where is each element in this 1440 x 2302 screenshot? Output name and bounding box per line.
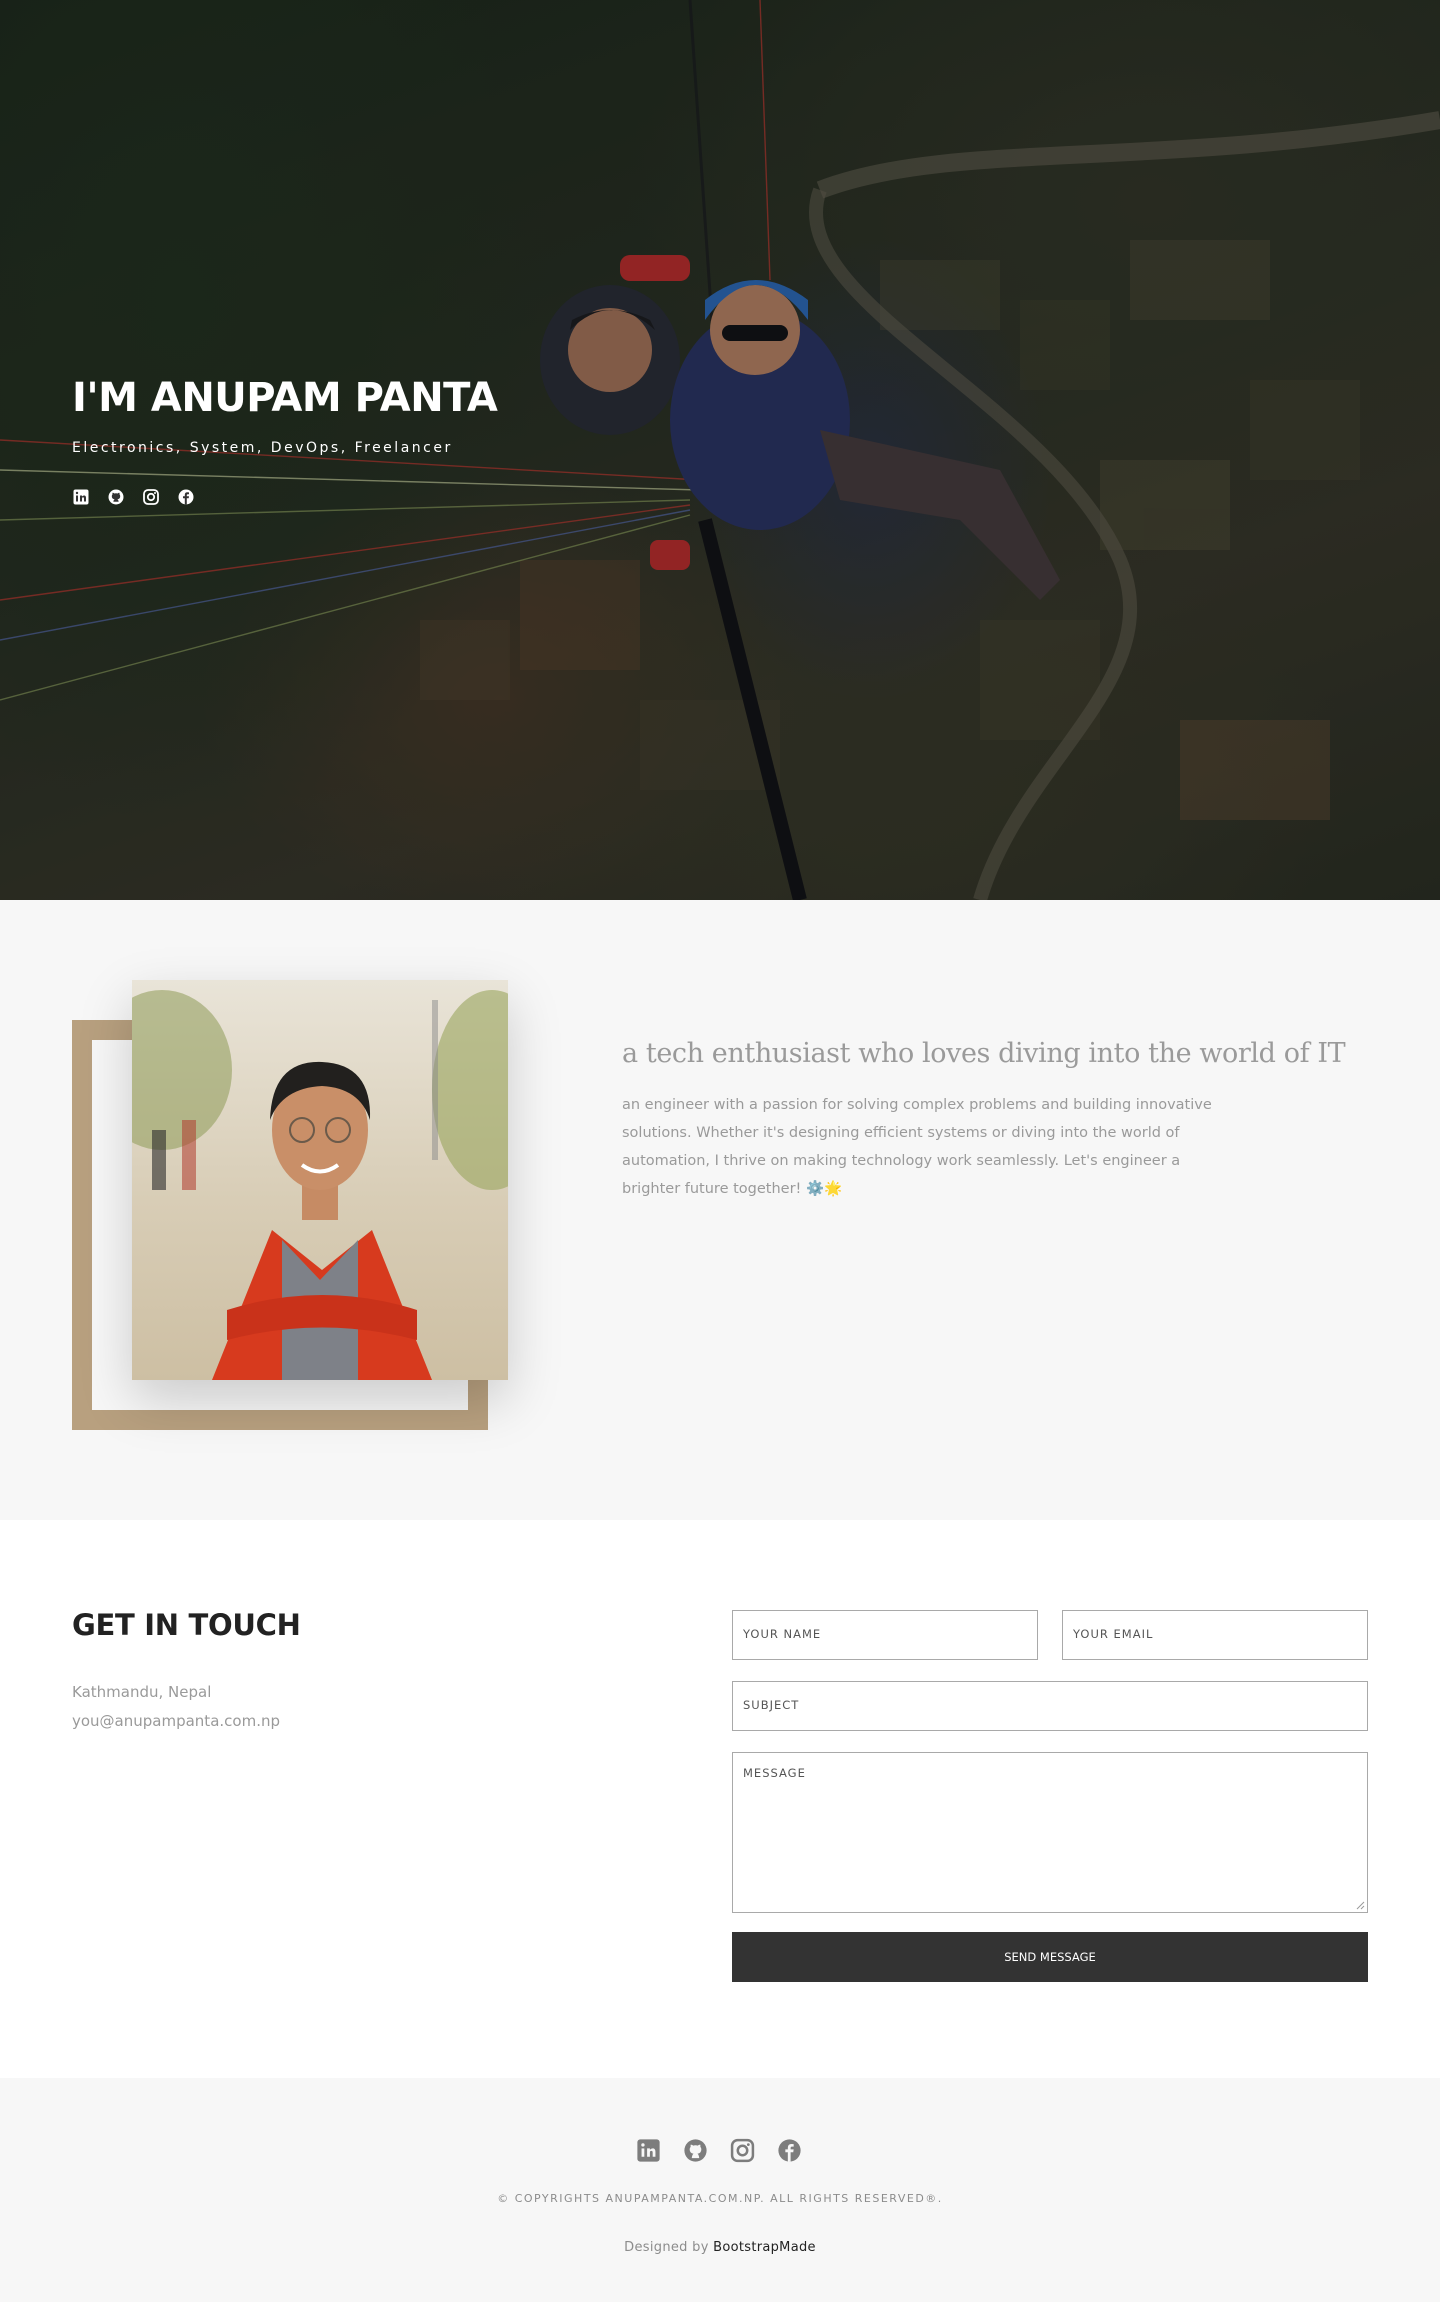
hero-subtitle: Electronics, System, DevOps, Freelancer: [72, 440, 453, 456]
copyright-text: © COPYRIGHTS ANUPAMPANTA.COM.NP. ALL RIG…: [497, 2192, 943, 2205]
github-icon[interactable]: [107, 488, 125, 506]
contact-email[interactable]: you@anupampanta.com.np: [72, 1707, 280, 1736]
message-textarea[interactable]: MESSAGE: [732, 1752, 1368, 1913]
facebook-icon[interactable]: [177, 488, 195, 506]
hero-social-links: [72, 488, 497, 506]
github-icon[interactable]: [683, 2138, 708, 2163]
about-heading: a tech enthusiast who loves diving into …: [622, 1038, 1346, 1069]
contact-info: Kathmandu, Nepal you@anupampanta.com.np: [72, 1678, 280, 1736]
contact-location: Kathmandu, Nepal: [72, 1683, 212, 1701]
facebook-icon[interactable]: [777, 2138, 802, 2163]
linkedin-icon[interactable]: [636, 2138, 661, 2163]
about-text: a tech enthusiast who loves diving into …: [622, 1038, 1346, 1203]
email-input[interactable]: YOUR EMAIL: [1062, 1610, 1368, 1660]
footer: © COPYRIGHTS ANUPAMPANTA.COM.NP. ALL RIG…: [0, 2078, 1440, 2302]
linkedin-icon[interactable]: [72, 488, 90, 506]
contact-title: GET IN TOUCH: [72, 1608, 301, 1642]
hero-title: I'M ANUPAM PANTA: [72, 375, 498, 421]
about-description: an engineer with a passion for solving c…: [622, 1097, 1212, 1197]
name-placeholder: YOUR NAME: [743, 1627, 822, 1641]
subject-input[interactable]: SUBJECT: [732, 1681, 1368, 1731]
contact-section: GET IN TOUCH Kathmandu, Nepal you@anupam…: [0, 1520, 1440, 2078]
instagram-icon[interactable]: [730, 2138, 755, 2163]
send-message-button[interactable]: SEND MESSAGE: [732, 1932, 1368, 1982]
email-placeholder: YOUR EMAIL: [1073, 1627, 1154, 1641]
resize-handle-icon[interactable]: [1355, 1900, 1365, 1910]
hero-section: I'M ANUPAM PANTA Electronics, System, De…: [0, 0, 1440, 900]
footer-social-links: [636, 2138, 802, 2163]
profile-photo: [132, 980, 508, 1380]
name-input[interactable]: YOUR NAME: [732, 1610, 1038, 1660]
instagram-icon[interactable]: [142, 488, 160, 506]
credits-text: Designed by BootstrapMade: [0, 2240, 1440, 2255]
hero-intro: I'M ANUPAM PANTA Electronics, System, De…: [72, 372, 498, 506]
subject-placeholder: SUBJECT: [743, 1698, 800, 1712]
message-placeholder: MESSAGE: [743, 1766, 806, 1780]
credits-prefix: Designed by: [624, 2240, 709, 2255]
about-section: a tech enthusiast who loves diving into …: [0, 900, 1440, 1520]
bootstrapmade-link[interactable]: BootstrapMade: [713, 2240, 816, 2255]
